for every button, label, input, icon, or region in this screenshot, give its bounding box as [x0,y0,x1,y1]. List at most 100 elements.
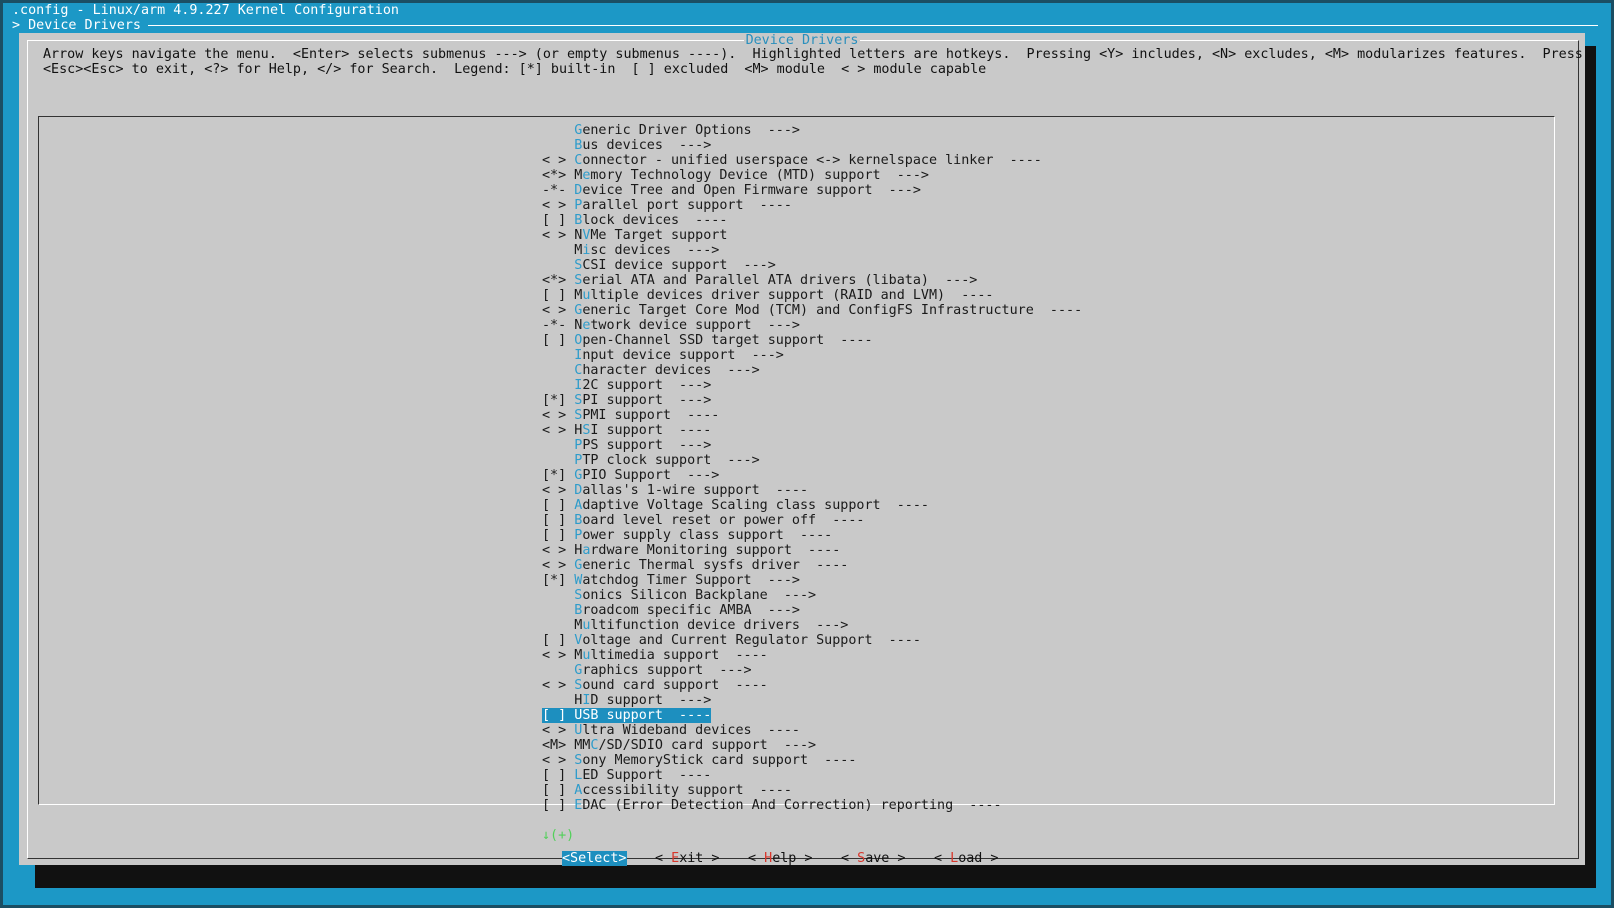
menu-item-state: [*] [542,573,567,588]
menu-item[interactable]: [ ] USB support ---- [542,708,1082,723]
menu-item[interactable]: HID support ---> [542,693,1082,708]
menu-item-label: PI support ---> [582,393,712,408]
button-hotkey: L [950,851,959,866]
menu-item[interactable]: [ ] Voltage and Current Regulator Suppor… [542,633,1082,648]
menu-item[interactable]: Broadcom specific AMBA ---> [542,603,1082,618]
menu-item[interactable]: Generic Driver Options ---> [542,123,1082,138]
button-hotkey: S [857,851,866,866]
menu-item-label: PMI support ---- [582,408,720,423]
breadcrumb-rule [148,25,1598,26]
menu-item[interactable]: [ ] Multiple devices driver support (RAI… [542,288,1082,303]
menu-item-row: < > Sound card support ---- [542,678,768,693]
menu-item-state: [ ] [542,528,567,543]
exit-button[interactable]: < Exit > [655,851,720,866]
menu-item[interactable]: <*> Memory Technology Device (MTD) suppo… [542,168,1082,183]
menu-item[interactable]: -*- Network device support ---> [542,318,1082,333]
menu-item[interactable]: Multifunction device drivers ---> [542,618,1082,633]
menu-item-state: <M> [542,738,567,753]
menu-item[interactable]: -*- Device Tree and Open Firmware suppor… [542,183,1082,198]
menu-item[interactable]: [ ] LED Support ---- [542,768,1082,783]
menu-item-row: -*- Device Tree and Open Firmware suppor… [542,183,921,198]
menu-item-state: < > [542,198,567,213]
menu-item-row: < > Generic Thermal sysfs driver ---- [542,558,848,573]
menu-item[interactable]: < > Parallel port support ---- [542,198,1082,213]
menu-item-row: I2C support ---> [542,378,711,393]
menu-item[interactable]: PPS support ---> [542,438,1082,453]
menu-item[interactable]: Sonics Silicon Backplane ---> [542,588,1082,603]
menu-item-state: [ ] [542,213,567,228]
menu-item[interactable]: Input device support ---> [542,348,1082,363]
menu-item-label: daptive Voltage Scaling class support --… [582,498,929,513]
load-button[interactable]: < Load > [934,851,999,866]
menu-item[interactable]: < > Sound card support ---- [542,678,1082,693]
menu-item[interactable]: [ ] Adaptive Voltage Scaling class suppo… [542,498,1082,513]
menu-item[interactable]: < > Hardware Monitoring support ---- [542,543,1082,558]
menu-item-label: I support ---- [590,423,712,438]
menu-item[interactable]: <*> Serial ATA and Parallel ATA drivers … [542,273,1082,288]
menu-item-row: Misc devices ---> [542,243,719,258]
menu-item-row: < > NVMe Target support [542,228,727,243]
menu-item[interactable]: Character devices ---> [542,363,1082,378]
menu-item-row: < > Ultra Wideband devices ---- [542,723,800,738]
button-hotkey: H [764,851,773,866]
menu-item-row: [*] Watchdog Timer Support ---> [542,573,800,588]
menu-item-label: roadcom specific AMBA ---> [582,603,800,618]
save-button[interactable]: < Save > [841,851,906,866]
menu-item-label: ED Support ---- [582,768,712,783]
menu-item[interactable]: [ ] Board level reset or power off ---- [542,513,1082,528]
menu-item[interactable]: < > Multimedia support ---- [542,648,1082,663]
menu-item[interactable]: < > Ultra Wideband devices ---- [542,723,1082,738]
menu-item-label: erial ATA and Parallel ATA drivers (liba… [582,273,978,288]
menu-item[interactable]: Misc devices ---> [542,243,1082,258]
menu-item[interactable]: Graphics support ---> [542,663,1082,678]
menu-item[interactable]: < > Generic Thermal sysfs driver ---- [542,558,1082,573]
menu-item[interactable]: < > Sony MemoryStick card support ---- [542,753,1082,768]
menu-item[interactable]: [ ] Block devices ---- [542,213,1082,228]
menu-item[interactable]: < > Generic Target Core Mod (TCM) and Co… [542,303,1082,318]
menu-item-row: [ ] Board level reset or power off ---- [542,513,864,528]
menu-item[interactable]: [ ] EDAC (Error Detection And Correction… [542,798,1082,813]
menu-item-state [542,243,566,258]
menu-item-row: < > Multimedia support ---- [542,648,768,663]
menu-list[interactable]: Generic Driver Options ---> Bus devices … [542,123,1082,813]
menu-item-label: CSI device support ---> [582,258,776,273]
menu-item-row: <M> MMC/SD/SDIO card support ---> [542,738,816,753]
menu-item-state: < > [542,228,567,243]
button-label-start: < [934,851,951,866]
menu-item[interactable]: < > HSI support ---- [542,423,1082,438]
select-button[interactable]: <Select> [562,851,627,866]
menu-item-label: rdware Monitoring support ---- [590,543,841,558]
menu-item[interactable]: < > Connector - unified userspace <-> ke… [542,153,1082,168]
menu-item[interactable]: < > NVMe Target support [542,228,1082,243]
button-label-end: elp > [772,851,813,866]
menu-item-row: [ ] Accessibility support ---- [542,783,792,798]
menu-item[interactable]: [ ] Power supply class support ---- [542,528,1082,543]
menu-item-row: [ ] USB support ---- [542,708,712,723]
menu-item[interactable]: I2C support ---> [542,378,1082,393]
menu-item[interactable]: < > Dallas's 1-wire support ---- [542,483,1082,498]
menu-item-row: < > Dallas's 1-wire support ---- [542,483,808,498]
menu-item-row: [ ] LED Support ---- [542,768,711,783]
menu-item-row: < > SPMI support ---- [542,408,719,423]
menu-item-state [542,693,566,708]
menu-item[interactable]: [ ] Open-Channel SSD target support ---- [542,333,1082,348]
menu-item[interactable]: < > SPMI support ---- [542,408,1082,423]
menu-item-label: ony MemoryStick card support ---- [582,753,857,768]
menu-item[interactable]: [*] GPIO Support ---> [542,468,1082,483]
menu-item-label: eneric Target Core Mod (TCM) and ConfigF… [582,303,1083,318]
menu-item-row: SCSI device support ---> [542,258,776,273]
menu-item-row: PPS support ---> [542,438,711,453]
menu-item-row: [ ] Voltage and Current Regulator Suppor… [542,633,921,648]
menu-item[interactable]: [*] Watchdog Timer Support ---> [542,573,1082,588]
menu-item-row: [ ] Block devices ---- [542,213,727,228]
menu-item[interactable]: [*] SPI support ---> [542,393,1082,408]
menu-item[interactable]: SCSI device support ---> [542,258,1082,273]
help-button[interactable]: < Help > [748,851,813,866]
menu-item-state: [ ] [542,798,567,813]
menu-item[interactable]: <M> MMC/SD/SDIO card support ---> [542,738,1082,753]
menu-item[interactable]: PTP clock support ---> [542,453,1082,468]
menu-item-label: atchdog Timer Support ---> [582,573,800,588]
menu-item[interactable]: [ ] Accessibility support ---- [542,783,1082,798]
menu-item[interactable]: Bus devices ---> [542,138,1082,153]
menu-item-row: < > Generic Target Core Mod (TCM) and Co… [542,303,1082,318]
